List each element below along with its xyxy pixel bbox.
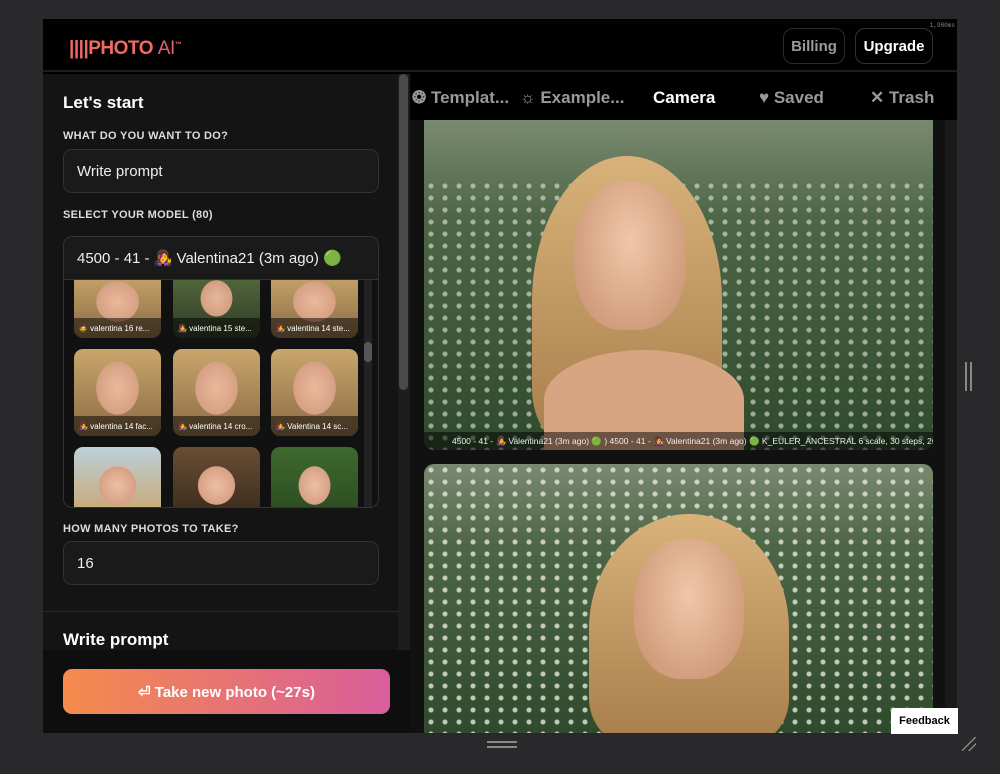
logo-text: ||||PHOTO bbox=[69, 38, 153, 59]
photo-count-input[interactable]: 16 bbox=[63, 541, 379, 585]
left-panel: Let's start WHAT DO YOU WANT TO DO? Writ… bbox=[43, 74, 398, 733]
action-bar: ⏎ Take new photo (~27s) bbox=[43, 650, 410, 733]
bottom-resize-handle[interactable] bbox=[487, 741, 517, 748]
tab-label: Camera bbox=[653, 88, 716, 107]
section-title: Write prompt bbox=[63, 630, 169, 649]
what-select[interactable]: Write prompt bbox=[63, 149, 379, 193]
model-grid-scrollbar[interactable] bbox=[364, 280, 372, 507]
corner-resize-icon[interactable] bbox=[962, 737, 976, 751]
model-tile-label: 👩‍🎤 valentina 14 cro... bbox=[173, 416, 260, 436]
tab-label: Saved bbox=[773, 88, 824, 107]
model-tile[interactable]: 👩‍🎤 valentina 14 cro... bbox=[173, 349, 260, 436]
model-select[interactable]: 4500 - 41 - 👩‍🎤 Valentina21 (3m ago) 🟢 bbox=[63, 236, 379, 280]
model-tile[interactable]: 👩‍🎤 valentina 15 ste... bbox=[173, 280, 260, 338]
feedback-button[interactable]: Feedback bbox=[891, 708, 958, 734]
tab-examples[interactable]: ☼ Example... bbox=[520, 88, 624, 108]
left-scrollbar[interactable] bbox=[398, 74, 410, 733]
model-label: SELECT YOUR MODEL (80) bbox=[63, 209, 213, 221]
divider bbox=[43, 611, 398, 612]
model-tile-label: 👩‍🎤 valentina 14 fac... bbox=[74, 416, 161, 436]
app-window: ||||PHOTO AI™ Billing Upgrade 1,980ms Le… bbox=[43, 19, 957, 733]
photo-caption: 4500 - 41 - 👩‍🎤 Valentina21 (3m ago) 🟢 )… bbox=[424, 432, 933, 450]
upgrade-button[interactable]: Upgrade bbox=[855, 28, 933, 64]
timing-readout: 1,980ms bbox=[929, 22, 955, 29]
tab-bar: ❂ Templat... ☼ Example... Camera ♥ Saved… bbox=[410, 74, 957, 120]
tab-trash[interactable]: ✕ Trash bbox=[870, 88, 934, 108]
tab-label: Example... bbox=[540, 88, 625, 107]
model-tile[interactable] bbox=[173, 447, 260, 507]
tab-templates[interactable]: ❂ Templat... bbox=[412, 88, 509, 108]
sparkle-icon: ☼ bbox=[520, 88, 536, 107]
gallery-scrollbar[interactable] bbox=[945, 120, 957, 733]
logo-tm: ™ bbox=[174, 41, 182, 49]
tab-camera[interactable]: Camera bbox=[653, 88, 715, 108]
model-tile[interactable] bbox=[271, 447, 358, 507]
x-icon: ✕ bbox=[870, 88, 885, 107]
model-tile-label: 👩‍🎤 Valentina 14 sc... bbox=[271, 416, 358, 436]
model-tile[interactable]: 👩‍🎤 Valentina 14 sc... bbox=[271, 349, 358, 436]
header: ||||PHOTO AI™ Billing Upgrade 1,980ms bbox=[43, 19, 957, 72]
model-grid: 🧔 valentina 16 re... 👩‍🎤 valentina 15 st… bbox=[63, 280, 379, 508]
logo-ai: AI bbox=[157, 38, 175, 59]
model-tile-label: 🧔 valentina 16 re... bbox=[74, 318, 161, 338]
face bbox=[634, 539, 744, 679]
side-resize-handle[interactable] bbox=[965, 362, 972, 391]
billing-button[interactable]: Billing bbox=[783, 28, 845, 64]
model-tile[interactable]: 🧔 valentina 16 re... bbox=[74, 280, 161, 338]
take-photo-button[interactable]: ⏎ Take new photo (~27s) bbox=[63, 669, 390, 714]
model-tile-label: 👩‍🎤 valentina 14 ste... bbox=[271, 318, 358, 338]
model-tile[interactable]: 👩‍🎤 valentina 14 fac... bbox=[74, 349, 161, 436]
aperture-icon: ❂ bbox=[412, 88, 427, 107]
logo[interactable]: ||||PHOTO AI™ bbox=[69, 38, 182, 60]
model-tile[interactable] bbox=[74, 447, 161, 507]
tab-label: Templat... bbox=[430, 88, 510, 107]
face bbox=[574, 182, 686, 330]
generated-photo[interactable] bbox=[424, 464, 933, 733]
tab-saved[interactable]: ♥ Saved bbox=[759, 88, 824, 108]
generated-photo[interactable]: 4500 - 41 - 👩‍🎤 Valentina21 (3m ago) 🟢 )… bbox=[424, 120, 933, 450]
what-label: WHAT DO YOU WANT TO DO? bbox=[63, 130, 229, 142]
model-tile[interactable]: 👩‍🎤 valentina 14 ste... bbox=[271, 280, 358, 338]
heart-icon: ♥ bbox=[759, 88, 770, 107]
count-label: HOW MANY PHOTOS TO TAKE? bbox=[63, 523, 239, 535]
model-tile-label: 👩‍🎤 valentina 15 ste... bbox=[173, 318, 260, 338]
tab-label: Trash bbox=[888, 88, 935, 107]
panel-title: Let's start bbox=[63, 93, 144, 112]
